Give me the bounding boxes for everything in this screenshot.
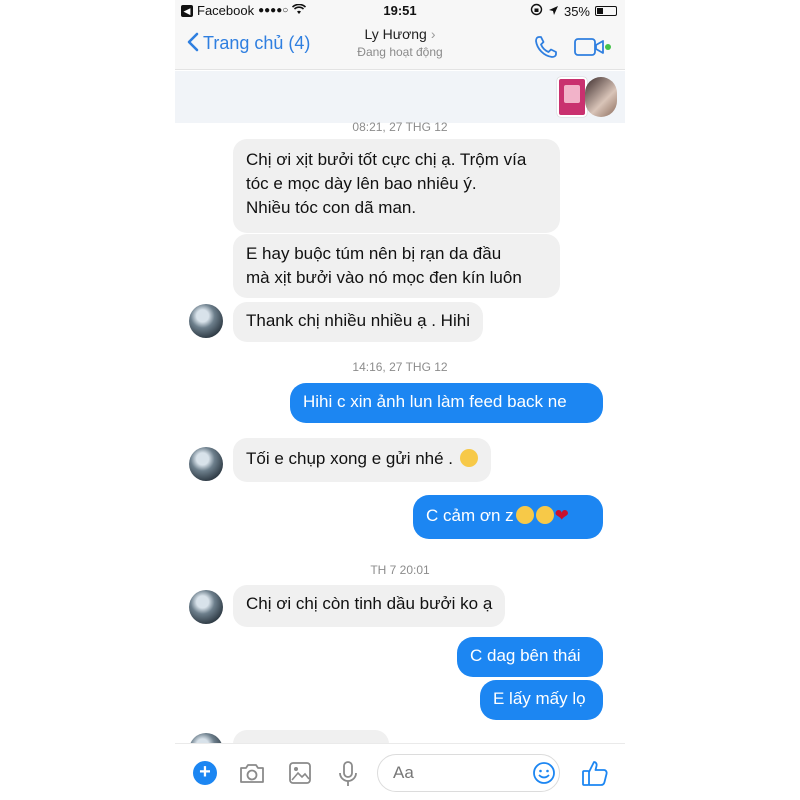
red-heart-emoji-icon: ❤ [554,506,569,525]
incoming-message[interactable]: Chị ơi xịt bưởi tốt cực chị ạ. Trộm vía … [233,139,560,233]
conversation-header: Trang chủ (4) Ly Hương › Đang hoạt động [175,22,625,70]
incoming-message[interactable]: Thank chị nhiều nhiều ạ . Hihi [233,302,483,342]
relieved-face-emoji-icon [515,506,534,524]
status-bar: ◀ Facebook ●●●●○ 19:51 35% [175,0,625,22]
contact-avatar[interactable] [189,447,223,481]
message-line: C dag bên thái [470,646,581,665]
phone-icon [535,36,557,58]
message-line: C cảm ơn z [426,506,514,525]
message-composer: + [175,743,625,800]
message-line: Nhiều tóc con dã man. [246,198,417,217]
shared-media-strip [175,71,625,123]
back-chevron-icon [187,32,199,55]
contact-name-row: Ly Hương › [325,26,475,42]
like-button[interactable] [580,758,610,788]
status-right: 35% [530,3,617,19]
kissing-face-emoji-icon [535,506,554,524]
battery-percent: 35% [563,3,590,19]
message-line: Hihi c xin ảnh lun làm feed back ne [303,392,567,411]
contact-info[interactable]: Ly Hương › Đang hoạt động [325,26,475,59]
voice-message-button[interactable] [335,760,363,786]
camera-button[interactable] [238,760,266,786]
battery-level [597,8,603,14]
message-line: Tối e chụp xong e gửi nhé . [246,449,454,468]
messenger-screen: ◀ Facebook ●●●●○ 19:51 35% Trang chủ (4) [175,0,625,800]
contact-status: Đang hoạt động [357,45,443,59]
incoming-message[interactable]: E hay buộc túm nên bị rạn da đầu mà xịt … [233,234,560,298]
shared-media-thumbnail[interactable] [557,77,587,117]
location-arrow-icon [548,4,559,19]
contact-avatar[interactable] [189,304,223,338]
message-line: tóc e mọc dày lên bao nhiêu ý. [246,174,477,193]
time-divider: 08:21, 27 THG 12 [352,120,448,134]
time-divider: 14:16, 27 THG 12 [352,360,448,374]
smiley-icon [533,762,555,784]
contact-name: Ly Hương [364,26,427,42]
outgoing-message[interactable]: E lấy mấy lọ [480,680,603,720]
plus-icon[interactable]: + [193,761,217,785]
kissing-face-emoji-icon [459,449,478,467]
outgoing-message[interactable]: C dag bên thái [457,637,603,677]
video-camera-icon [574,38,611,56]
emoji-button[interactable] [532,761,556,785]
back-button[interactable]: Trang chủ (4) [187,32,310,55]
message-line: E lấy mấy lọ [493,689,586,708]
chevron-right-icon: › [430,26,436,42]
video-call-button[interactable] [573,36,613,58]
message-list[interactable]: 08:21, 27 THG 12 Chị ơi xịt bưởi tốt cực… [175,120,625,770]
message-line: Thank chị nhiều nhiều ạ . Hihi [246,311,470,330]
thumbs-up-icon [582,761,608,786]
back-button-label: Trang chủ (4) [203,33,311,53]
contact-avatar[interactable] [189,590,223,624]
message-line: E hay buộc túm nên bị rạn da đầu [246,244,502,263]
microphone-icon [339,761,357,786]
camera-icon [240,764,264,783]
battery-icon [595,6,617,16]
phone-call-button[interactable] [533,34,559,60]
outgoing-message[interactable]: Hihi c xin ảnh lun làm feed back ne [290,383,603,423]
gallery-button[interactable] [287,760,315,786]
incoming-message[interactable]: Tối e chụp xong e gửi nhé . [233,438,491,482]
message-line: Chị ơi xịt bưởi tốt cực chị ạ. Trộm vía [246,150,527,169]
outgoing-message[interactable]: C cảm ơn z ❤ [413,495,603,539]
rotation-lock-icon [530,3,543,19]
image-icon [289,762,311,784]
incoming-message[interactable]: Chị ơi chị còn tinh dầu bưởi ko ạ [233,585,506,627]
time-divider: TH 7 20:01 [370,563,430,577]
message-line: mà xịt bưởi vào nó mọc đen kín luôn [246,268,522,287]
message-line: Chị ơi chị còn tinh dầu bưởi ko ạ [246,594,493,613]
contact-photo-thumbnail[interactable] [585,77,617,117]
